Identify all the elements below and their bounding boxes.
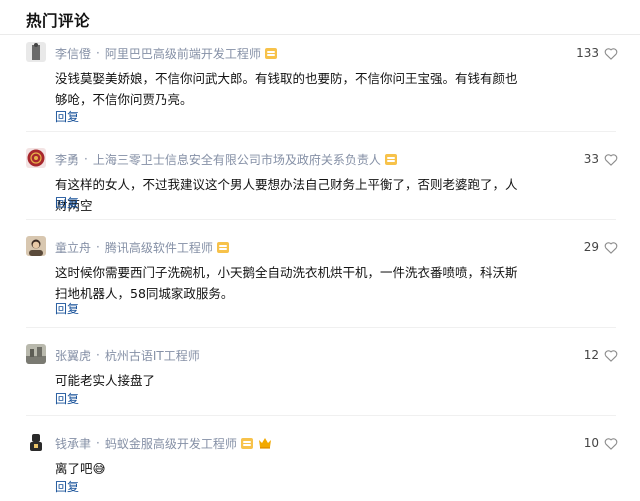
like-control[interactable]: 133	[576, 44, 618, 62]
comment-meta: 李信僜 · 阿里巴巴高级前端开发工程师	[55, 44, 277, 62]
reply-link[interactable]: 回复	[55, 108, 79, 125]
comment-meta: 钱承聿 · 蚂蚁金服高级开发工程师	[55, 434, 272, 452]
reply-link[interactable]: 回复	[55, 300, 79, 317]
avatar[interactable]	[26, 148, 46, 168]
heart-icon[interactable]	[604, 349, 618, 362]
reply-link[interactable]: 回复	[55, 194, 79, 211]
comment-item: 钱承聿 · 蚂蚁金服高级开发工程师 10 离了吧😅 回复	[0, 432, 640, 501]
avatar[interactable]	[26, 42, 46, 62]
verified-badge-icon	[216, 241, 229, 253]
author-headline: 蚂蚁金服高级开发工程师	[104, 436, 237, 451]
separator-dot: ·	[84, 152, 88, 166]
like-count: 133	[576, 46, 599, 60]
heart-icon[interactable]	[604, 437, 618, 450]
separator-dot: ·	[96, 436, 100, 450]
heart-icon[interactable]	[604, 47, 618, 60]
comment-content: 这时候你需要西门子洗碗机，小天鹅全自动洗衣机烘干机，一件洗衣番喷喷，科沃斯扫地机…	[55, 265, 518, 301]
like-control[interactable]: 29	[584, 238, 618, 256]
like-count: 12	[583, 348, 599, 362]
avatar[interactable]	[26, 432, 46, 452]
verified-badge-icon	[240, 437, 253, 449]
comment-divider	[26, 415, 616, 416]
avatar[interactable]	[26, 236, 46, 256]
author-name[interactable]: 李勇	[55, 151, 79, 168]
like-control[interactable]: 12	[584, 346, 618, 364]
reply-link[interactable]: 回复	[55, 390, 79, 407]
verified-badge-icon	[264, 47, 277, 59]
verified-badge-icon	[384, 153, 397, 165]
like-control[interactable]: 10	[584, 434, 618, 452]
comment-item: 李信僜 · 阿里巴巴高级前端开发工程师 133 没钱莫娶美娇娘，不信你问武大郎。…	[0, 42, 640, 132]
author-headline: 上海三零卫士信息安全有限公司市场及政府关系负责人	[92, 152, 381, 167]
comment-content: 离了吧😅	[55, 461, 106, 476]
like-count: 33	[583, 152, 599, 166]
comment-divider	[26, 131, 616, 132]
author-headline: 腾讯高级软件工程师	[104, 240, 213, 255]
comment-content: 可能老实人接盘了	[55, 373, 156, 388]
author-name[interactable]: 童立舟	[55, 239, 91, 256]
crown-icon	[258, 438, 271, 449]
comment-item: 李勇 · 上海三零卫士信息安全有限公司市场及政府关系负责人 33 有这样的女人，…	[0, 148, 640, 220]
comment-content: 有这样的女人，不过我建议这个男人要想办法自己财务上平衡了，否则老婆跑了，人财两空	[55, 177, 518, 213]
title-divider	[0, 34, 640, 35]
like-control[interactable]: 33	[584, 150, 618, 168]
heart-icon[interactable]	[604, 153, 618, 166]
author-name[interactable]: 李信僜	[55, 45, 91, 62]
author-headline: 阿里巴巴高级前端开发工程师	[104, 46, 261, 61]
avatar[interactable]	[26, 344, 46, 364]
like-count: 10	[583, 436, 599, 450]
comment-meta: 李勇 · 上海三零卫士信息安全有限公司市场及政府关系负责人	[55, 150, 397, 168]
comment-meta: 张翼虎 · 杭州古语IT工程师	[55, 346, 200, 364]
comment-item: 童立舟 · 腾讯高级软件工程师 29 这时候你需要西门子洗碗机，小天鹅全自动洗衣…	[0, 236, 640, 328]
comment-content: 没钱莫娶美娇娘，不信你问武大郎。有钱取的也要防，不信你问王宝强。有钱有颜也够呛，…	[55, 71, 518, 107]
author-name[interactable]: 钱承聿	[55, 435, 91, 452]
separator-dot: ·	[96, 348, 100, 362]
section-title: 热门评论	[26, 12, 91, 30]
separator-dot: ·	[96, 46, 100, 60]
comment-divider	[26, 327, 616, 328]
comment-meta: 童立舟 · 腾讯高级软件工程师	[55, 238, 229, 256]
author-headline: 杭州古语IT工程师	[104, 348, 200, 363]
like-count: 29	[583, 240, 599, 254]
comment-divider	[26, 219, 616, 220]
reply-link[interactable]: 回复	[55, 478, 79, 495]
separator-dot: ·	[96, 240, 100, 254]
author-name[interactable]: 张翼虎	[55, 347, 91, 364]
heart-icon[interactable]	[604, 241, 618, 254]
comment-item: 张翼虎 · 杭州古语IT工程师 12 可能老实人接盘了 回复	[0, 344, 640, 416]
